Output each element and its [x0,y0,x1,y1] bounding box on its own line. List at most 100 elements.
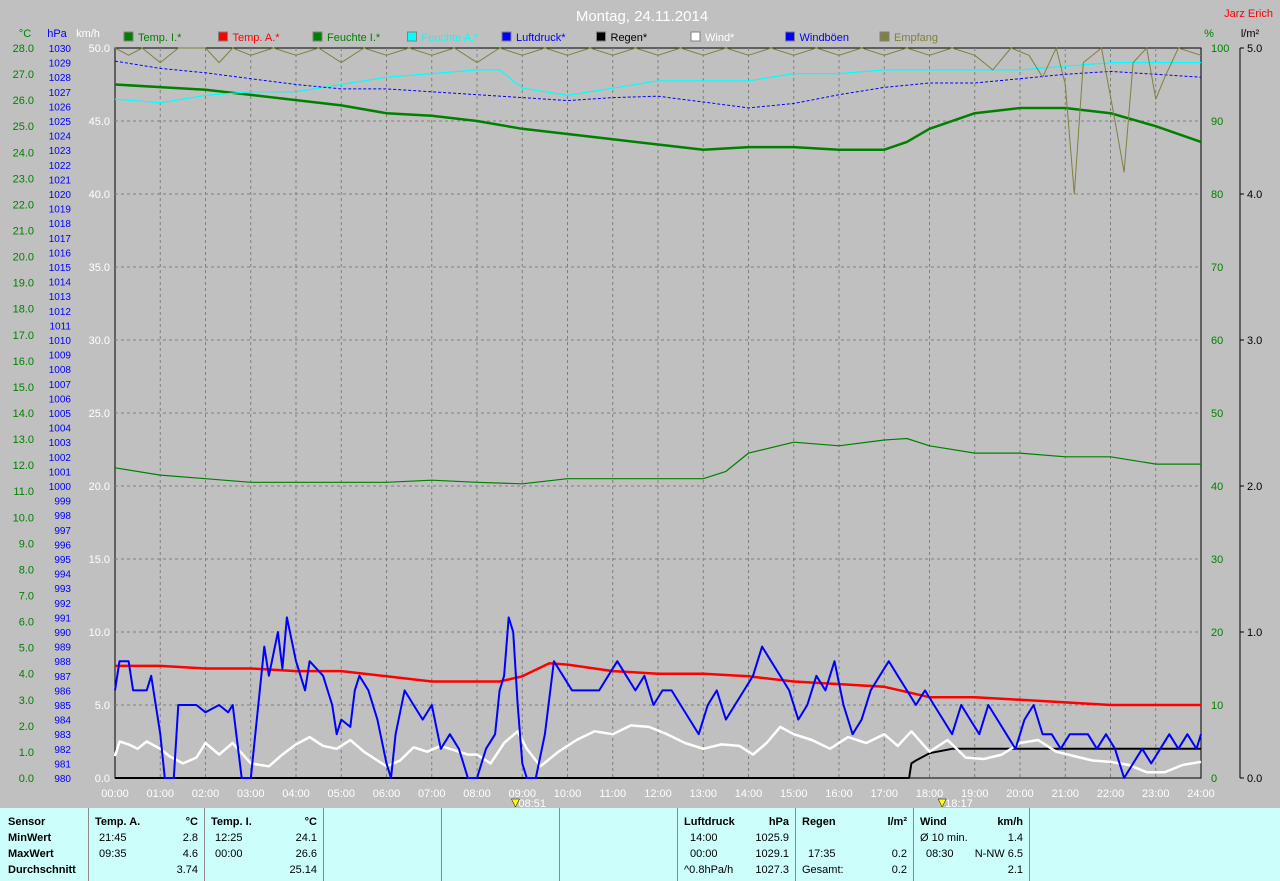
legend-swatch [690,31,701,42]
owner-label: Jarz Erich [1224,8,1273,20]
pressure-tick-label: 1005 [49,409,72,420]
humidity-tick-label: 10 [1211,700,1223,712]
temp-tick-label: 19.0 [13,278,34,290]
time-marker-label: 18:17 [945,798,973,808]
footer-temp-i-title: Temp. I. [211,816,252,828]
footer-temp-a-avg-value: 3.74 [176,864,198,876]
pressure-tick-label: 990 [54,628,71,639]
footer-wind-title: Wind [920,816,947,828]
legend-swatch [879,31,890,42]
pressure-tick-label: 989 [54,643,71,654]
footer-pressure-cell: Luftdruck hPa 14:00 1025.9 00:00 1029.1 … [678,808,796,881]
footer-temp-a-cell: Temp. A. °C 21:45 2.8 09:35 4.6 3.74 [89,808,205,881]
rain-tick-label: 5.0 [1247,43,1262,55]
pressure-tick-label: 1010 [49,336,72,347]
axis-unit-rain: l/m² [1241,28,1260,40]
temp-tick-label: 23.0 [13,173,34,185]
humidity-tick-label: 50 [1211,408,1223,420]
pressure-tick-label: 1012 [49,307,72,318]
temp-tick-label: 14.0 [13,408,34,420]
temp-tick-label: 24.0 [13,147,34,159]
pressure-tick-label: 1011 [49,321,71,332]
temp-tick-label: 4.0 [19,669,34,681]
footer-rain-max-value: 0.2 [891,848,907,860]
rain-tick-label: 0.0 [1247,773,1262,785]
pressure-tick-label: 1029 [49,59,72,70]
axis-unit-wind: km/h [76,28,100,40]
x-tick-label: 14:00 [735,788,763,800]
humidity-tick-label: 40 [1211,481,1223,493]
footer-avg-label: Durchschnitt [8,864,76,876]
humidity-tick-label: 20 [1211,627,1223,639]
footer-press-trend: ^0.8hPa/h [684,864,734,876]
footer-press-avg-value: 1027.3 [755,864,789,876]
temp-tick-label: 9.0 [19,538,34,550]
pressure-tick-label: 1006 [49,394,72,405]
pressure-tick-label: 988 [54,657,71,668]
x-tick-label: 24:00 [1187,788,1215,800]
pressure-tick-label: 1000 [49,482,72,493]
footer-temp-a-title: Temp. A. [95,816,141,828]
legend-label: Feuchte A.* [422,32,480,44]
legend-label: Feuchte I.* [327,32,381,44]
legend-swatch [312,31,323,42]
temp-tick-label: 3.0 [19,695,34,707]
temp-tick-label: 10.0 [13,512,34,524]
x-tick-label: 13:00 [689,788,717,800]
wind-tick-label: 15.0 [89,554,110,566]
legend-label: Temp. A.* [233,32,281,44]
footer-rain-title: Regen [802,816,836,828]
pressure-tick-label: 983 [54,730,71,741]
axis-unit-temp: °C [19,28,31,40]
footer-min-label: MinWert [8,832,52,844]
footer-press-max-time: 00:00 [690,848,718,860]
pressure-tick-label: 981 [54,759,71,770]
wind-tick-label: 25.0 [89,408,110,420]
temp-tick-label: 7.0 [19,591,34,603]
footer-rain-total-label: Gesamt: [802,864,844,876]
humidity-tick-label: 90 [1211,116,1223,128]
footer-temp-i-min-value: 24.1 [295,832,317,844]
pressure-tick-label: 1004 [49,424,72,435]
wind-tick-label: 45.0 [89,116,110,128]
pressure-tick-label: 1018 [49,219,72,230]
pressure-tick-label: 1025 [49,117,72,128]
x-tick-label: 07:00 [418,788,446,800]
pressure-tick-label: 1023 [49,146,72,157]
pressure-tick-label: 999 [54,497,71,508]
legend-swatch [407,31,417,42]
wind-tick-label: 5.0 [95,700,110,712]
temp-tick-label: 26.0 [13,95,34,107]
humidity-tick-label: 60 [1211,335,1223,347]
temp-tick-label: 5.0 [19,643,34,655]
footer-temp-a-max-value: 4.6 [182,848,198,860]
pressure-tick-label: 1016 [49,248,72,259]
legend-swatch [218,31,228,42]
chart-title: Montag, 24.11.2014 [576,8,708,25]
axes: 00:00 01:00 02:00 03:00 04:00 05:00 06:00 07:00… [13,28,1263,808]
footer-temp-i-max-time: 00:00 [215,848,243,860]
temp-tick-label: 12.0 [13,460,34,472]
footer-wind-max-value: N-NW 6.5 [974,848,1023,860]
pressure-tick-label: 980 [54,774,71,785]
wind-tick-label: 35.0 [89,262,110,274]
pressure-tick-label: 1028 [49,73,72,84]
rain-tick-label: 2.0 [1247,481,1262,493]
pressure-tick-label: 1030 [49,44,72,55]
footer-rain-unit: l/m² [887,816,907,828]
pressure-tick-label: 991 [54,613,71,624]
pressure-tick-label: 1008 [49,365,72,376]
axis-unit-press: hPa [47,28,67,40]
legend-label: Empfang [894,32,938,44]
footer-press-max-value: 1029.1 [755,848,789,860]
pressure-tick-label: 1024 [49,132,72,143]
pressure-tick-label: 1022 [49,161,72,172]
pressure-tick-label: 993 [54,584,71,595]
x-tick-label: 03:00 [237,788,265,800]
temp-tick-label: 18.0 [13,304,34,316]
pressure-tick-label: 1013 [49,292,72,303]
time-marker-label: 08:51 [518,798,546,808]
temp-tick-label: 13.0 [13,434,34,446]
temp-tick-label: 27.0 [13,69,34,81]
temp-tick-label: 15.0 [13,382,34,394]
